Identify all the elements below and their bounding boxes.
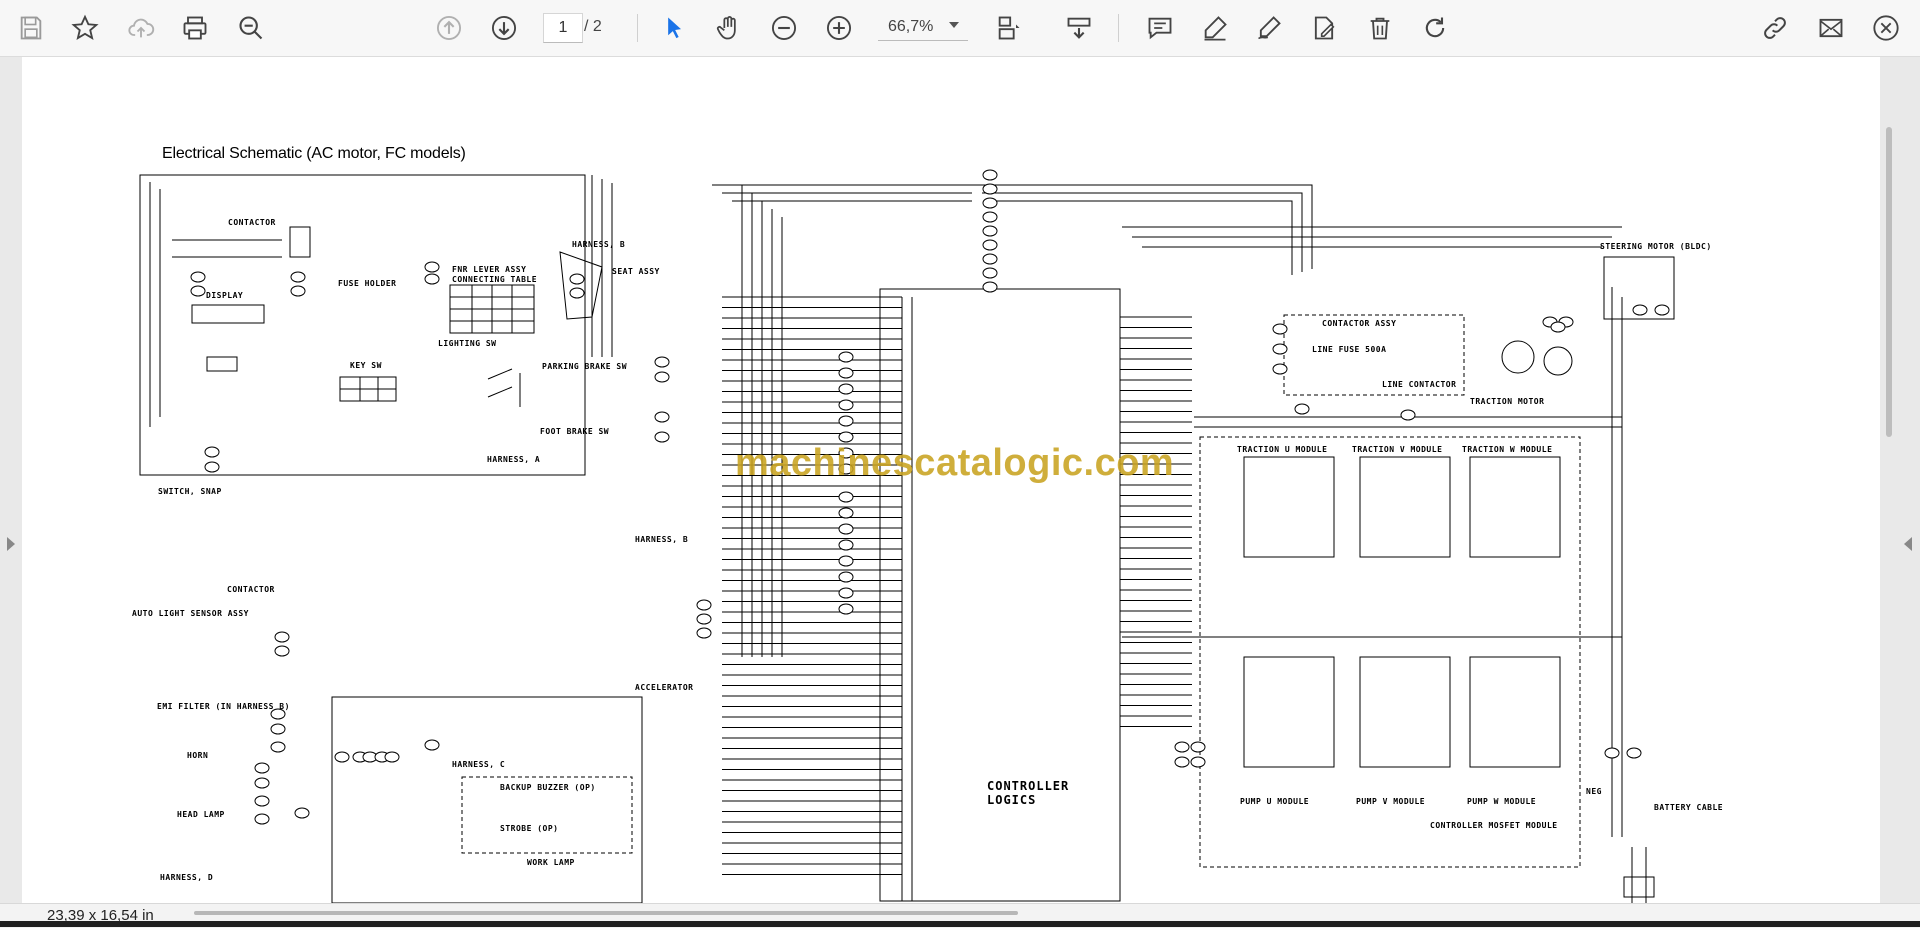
page-down-icon[interactable] <box>485 9 523 47</box>
right-panel-toggle-icon[interactable] <box>1904 537 1912 551</box>
label-foot-brake: FOOT BRAKE SW <box>540 427 610 436</box>
email-icon[interactable] <box>1812 9 1850 47</box>
select-cursor-icon[interactable] <box>655 9 693 47</box>
label-horn: HORN <box>187 751 209 760</box>
label-pump-w: PUMP W MODULE <box>1467 797 1537 806</box>
close-icon[interactable] <box>1867 9 1905 47</box>
zoom-out-icon[interactable] <box>765 9 803 47</box>
draw-pen-icon[interactable] <box>1250 9 1288 47</box>
label-traction-motor: TRACTION MOTOR <box>1470 397 1545 406</box>
chevron-down-icon[interactable] <box>949 22 959 28</box>
label-line-fuse: LINE FUSE 500A <box>1312 345 1387 354</box>
page-total: / 2 <box>584 18 602 35</box>
watermark: machinescatalogic.com <box>735 442 1175 484</box>
label-backup-buzzer: BACKUP BUZZER (OP) <box>500 783 596 792</box>
delete-icon[interactable] <box>1361 9 1399 47</box>
star-icon[interactable] <box>66 9 104 47</box>
cloud-upload-icon[interactable] <box>122 9 160 47</box>
label-connecting-table: CONNECTING TABLE <box>452 275 538 284</box>
rotate-icon[interactable] <box>1416 9 1454 47</box>
label-head-lamp: HEAD LAMP <box>177 810 225 819</box>
left-panel-toggle-icon[interactable] <box>7 537 15 551</box>
pdf-page: Electrical Schematic (AC motor, FC model… <box>22 57 1880 903</box>
label-strobe: STROBE (OP) <box>500 824 559 833</box>
label-harness-a: HARNESS, A <box>487 455 541 464</box>
zoom-out-search-icon[interactable] <box>232 9 270 47</box>
label-fnr-lever: FNR LEVER ASSY <box>452 265 527 274</box>
page-up-icon[interactable] <box>430 9 468 47</box>
vertical-scrollbar[interactable] <box>1886 127 1892 437</box>
label-neg: NEG <box>1586 787 1602 796</box>
fill-sign-icon[interactable] <box>1305 9 1343 47</box>
scroll-mode-icon[interactable] <box>1060 9 1098 47</box>
hand-pan-icon[interactable] <box>710 9 748 47</box>
label-harness-d: HARNESS, D <box>160 873 214 882</box>
label-emi-filter: EMI FILTER (IN HARNESS B) <box>157 702 290 711</box>
label-pump-u: PUMP U MODULE <box>1240 797 1310 806</box>
label-battery-cable: BATTERY CABLE <box>1654 803 1724 812</box>
label-traction-u: TRACTION U MODULE <box>1237 445 1328 454</box>
label-harness-b-top: HARNESS, B <box>572 240 626 249</box>
label-lighting-sw: LIGHTING SW <box>438 339 497 348</box>
label-seat-assy: SEAT ASSY <box>612 267 660 276</box>
label-contactor-mid: CONTACTOR <box>227 585 275 594</box>
label-traction-v: TRACTION V MODULE <box>1352 445 1443 454</box>
horizontal-scrollbar[interactable] <box>194 911 1018 915</box>
label-work-lamp: WORK LAMP <box>527 858 575 867</box>
highlight-pen-icon[interactable] <box>1196 9 1234 47</box>
label-key-sw: KEY SW <box>350 361 382 370</box>
print-icon[interactable] <box>176 9 214 47</box>
label-traction-w: TRACTION W MODULE <box>1462 445 1553 454</box>
save-icon[interactable] <box>12 9 50 47</box>
label-line-contactor: LINE CONTACTOR <box>1382 380 1457 389</box>
label-switch-snap: SWITCH, SNAP <box>158 487 222 496</box>
label-fuse-holder: FUSE HOLDER <box>338 279 397 288</box>
zoom-in-icon[interactable] <box>820 9 858 47</box>
label-contactor-assy: CONTACTOR ASSY <box>1322 319 1397 328</box>
label-parking-brake: PARKING BRAKE SW <box>542 362 628 371</box>
label-steering-motor: STEERING MOTOR (BLDC) <box>1600 242 1712 251</box>
label-harness-b-mid: HARNESS, B <box>635 535 689 544</box>
fit-page-icon[interactable] <box>990 9 1028 47</box>
comment-icon[interactable] <box>1141 9 1179 47</box>
label-auto-light: AUTO LIGHT SENSOR ASSY <box>132 609 249 618</box>
taskbar <box>0 921 1920 927</box>
label-display: DISPLAY <box>206 291 244 300</box>
share-link-icon[interactable] <box>1756 9 1794 47</box>
label-controller-mosfet: CONTROLLER MOSFET MODULE <box>1430 821 1558 830</box>
label-harness-c: HARNESS, C <box>452 760 506 769</box>
label-accelerator: ACCELERATOR <box>635 683 694 692</box>
page-number-input[interactable]: 1 <box>543 13 583 43</box>
label-pump-v: PUMP V MODULE <box>1356 797 1426 806</box>
label-controller-logics: CONTROLLER LOGICS <box>987 779 1070 807</box>
document-viewer[interactable]: Electrical Schematic (AC motor, FC model… <box>0 57 1920 903</box>
label-contactor-top: CONTACTOR <box>228 218 276 227</box>
toolbar: 1 / 2 66,7% <box>0 0 1920 57</box>
